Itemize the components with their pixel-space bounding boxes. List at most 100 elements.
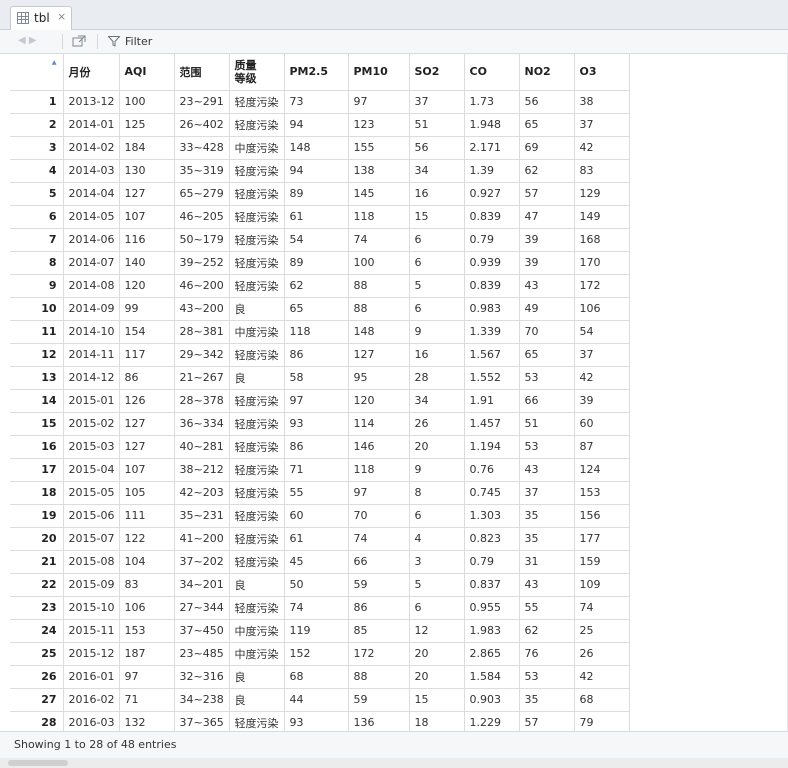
column-header[interactable]: 范围 [174, 54, 230, 91]
table-cell: 0.939 [464, 251, 520, 275]
tab-label: tbl [34, 11, 50, 25]
table-cell: 184 [119, 136, 175, 160]
row-number: 5 [10, 182, 64, 206]
table-row[interactable]: 2 2014-01 125 26~402 轻度污染 94 123 51 1.948 65 37 [10, 113, 630, 137]
column-header[interactable]: 月份 [63, 54, 120, 91]
table-cell: 34 [409, 159, 465, 183]
table-cell: 86 [284, 435, 349, 459]
back-forward-icon[interactable]: ◀ ▶ [18, 35, 42, 47]
table-row[interactable]: 15 2015-02 127 36~334 轻度污染 93 114 26 1.457 51 60 [10, 412, 630, 436]
row-number: 26 [10, 665, 64, 689]
table-row[interactable]: 5 2014-04 127 65~279 轻度污染 89 145 16 0.927 57 129 [10, 182, 630, 206]
column-header[interactable]: CO [464, 54, 520, 91]
table-row[interactable]: 8 2014-07 140 39~252 轻度污染 89 100 6 0.939 39 170 [10, 251, 630, 275]
row-number-header[interactable]: ▲ [10, 54, 64, 91]
table-cell: 60 [574, 412, 630, 436]
table-cell: 68 [284, 665, 349, 689]
scrollbar-thumb[interactable] [8, 760, 68, 766]
table-row[interactable]: 19 2015-06 111 35~231 轻度污染 60 70 6 1.303 35 156 [10, 504, 630, 528]
table-cell: 37 [574, 113, 630, 137]
table-cell: 44 [284, 688, 349, 712]
table-cell: 138 [348, 159, 410, 183]
column-header[interactable]: AQI [119, 54, 175, 91]
table-row[interactable]: 11 2014-10 154 28~381 中度污染 118 148 9 1.339 70 54 [10, 320, 630, 344]
table-row[interactable]: 12 2014-11 117 29~342 轻度污染 86 127 16 1.567 65 37 [10, 343, 630, 367]
table-cell: 62 [284, 274, 349, 298]
table-cell: 37 [519, 481, 575, 505]
row-number: 18 [10, 481, 64, 505]
table-cell: 74 [348, 527, 410, 551]
table-cell: 127 [119, 435, 175, 459]
table-cell: 106 [574, 297, 630, 321]
table-cell: 2015-09 [63, 573, 120, 597]
filter-icon[interactable] [107, 36, 121, 47]
table-cell: 轻度污染 [229, 504, 285, 528]
table-row[interactable]: 20 2015-07 122 41~200 轻度污染 61 74 4 0.823 35 177 [10, 527, 630, 551]
table-cell: 6 [409, 596, 465, 620]
table-cell: 26 [409, 412, 465, 436]
table-cell: 2015-10 [63, 596, 120, 620]
table-cell: 116 [119, 228, 175, 252]
table-cell: 61 [284, 527, 349, 551]
table-row[interactable]: 18 2015-05 105 42~203 轻度污染 55 97 8 0.745 37 153 [10, 481, 630, 505]
table-cell: 56 [519, 90, 575, 114]
table-cell: 127 [119, 412, 175, 436]
filter-button[interactable]: Filter [125, 35, 152, 48]
table-cell: 轻度污染 [229, 251, 285, 275]
tab-tbl[interactable]: tbl × [10, 6, 72, 30]
table-cell: 117 [119, 343, 175, 367]
table-row[interactable]: 26 2016-01 97 32~316 良 68 88 20 1.584 53 42 [10, 665, 630, 689]
table-cell: 中度污染 [229, 642, 285, 666]
table-cell: 88 [348, 297, 410, 321]
table-row[interactable]: 14 2015-01 126 28~378 轻度污染 97 120 34 1.91 66 39 [10, 389, 630, 413]
table-row[interactable]: 22 2015-09 83 34~201 良 50 59 5 0.837 43 109 [10, 573, 630, 597]
table-row[interactable]: 1 2013-12 100 23~291 轻度污染 73 97 37 1.73 56 38 [10, 90, 630, 114]
table-cell: 118 [284, 320, 349, 344]
table-row[interactable]: 9 2014-08 120 46~200 轻度污染 62 88 5 0.839 43 172 [10, 274, 630, 298]
table-cell: 56 [409, 136, 465, 160]
table-row[interactable]: 21 2015-08 104 37~202 轻度污染 45 66 3 0.79 31 159 [10, 550, 630, 574]
table-cell: 172 [574, 274, 630, 298]
table-cell: 1.983 [464, 619, 520, 643]
table-row[interactable]: 6 2014-05 107 46~205 轻度污染 61 118 15 0.839 47 149 [10, 205, 630, 229]
table-row[interactable]: 16 2015-03 127 40~281 轻度污染 86 146 20 1.194 53 87 [10, 435, 630, 459]
close-icon[interactable]: × [57, 10, 66, 23]
column-header[interactable]: NO2 [519, 54, 575, 91]
table-row[interactable]: 27 2016-02 71 34~238 良 44 59 15 0.903 35 68 [10, 688, 630, 712]
table-cell: 149 [574, 205, 630, 229]
table-row[interactable]: 10 2014-09 99 43~200 良 65 88 6 0.983 49 106 [10, 297, 630, 321]
table-row[interactable]: 24 2015-11 153 37~450 中度污染 119 85 12 1.983 62 25 [10, 619, 630, 643]
table-cell: 42 [574, 136, 630, 160]
table-cell: 2015-01 [63, 389, 120, 413]
table-cell: 53 [519, 366, 575, 390]
column-header[interactable]: SO2 [409, 54, 465, 91]
row-number: 11 [10, 320, 64, 344]
table-row[interactable]: 23 2015-10 106 27~344 轻度污染 74 86 6 0.955 55 74 [10, 596, 630, 620]
table-cell: 轻度污染 [229, 412, 285, 436]
row-number: 6 [10, 205, 64, 229]
row-number: 16 [10, 435, 64, 459]
column-header[interactable]: O3 [574, 54, 630, 91]
table-row[interactable]: 25 2015-12 187 23~485 中度污染 152 172 20 2.865 76 26 [10, 642, 630, 666]
table-cell: 26 [574, 642, 630, 666]
table-row[interactable]: 7 2014-06 116 50~179 轻度污染 54 74 6 0.79 39 168 [10, 228, 630, 252]
table-cell: 70 [519, 320, 575, 344]
popout-icon[interactable] [72, 35, 86, 47]
column-header[interactable]: PM10 [348, 54, 410, 91]
table-cell: 2014-02 [63, 136, 120, 160]
column-header[interactable]: 质量 等级 [229, 54, 285, 91]
column-header[interactable]: PM2.5 [284, 54, 349, 91]
table-row[interactable]: 4 2014-03 130 35~319 轻度污染 94 138 34 1.39 62 83 [10, 159, 630, 183]
table-cell: 2015-03 [63, 435, 120, 459]
table-cell: 8 [409, 481, 465, 505]
table-row[interactable]: 3 2014-02 184 33~428 中度污染 148 155 56 2.171 69 42 [10, 136, 630, 160]
table-cell: 107 [119, 458, 175, 482]
table-cell: 34 [409, 389, 465, 413]
status-bar: Showing 1 to 28 of 48 entries [0, 731, 788, 758]
table-row[interactable]: 13 2014-12 86 21~267 良 58 95 28 1.552 53 42 [10, 366, 630, 390]
table-row[interactable]: 17 2015-04 107 38~212 轻度污染 71 118 9 0.76 43 124 [10, 458, 630, 482]
table-cell: 32~316 [174, 665, 230, 689]
table-cell: 良 [229, 366, 285, 390]
table-cell: 1.948 [464, 113, 520, 137]
horizontal-scrollbar[interactable] [0, 758, 788, 768]
